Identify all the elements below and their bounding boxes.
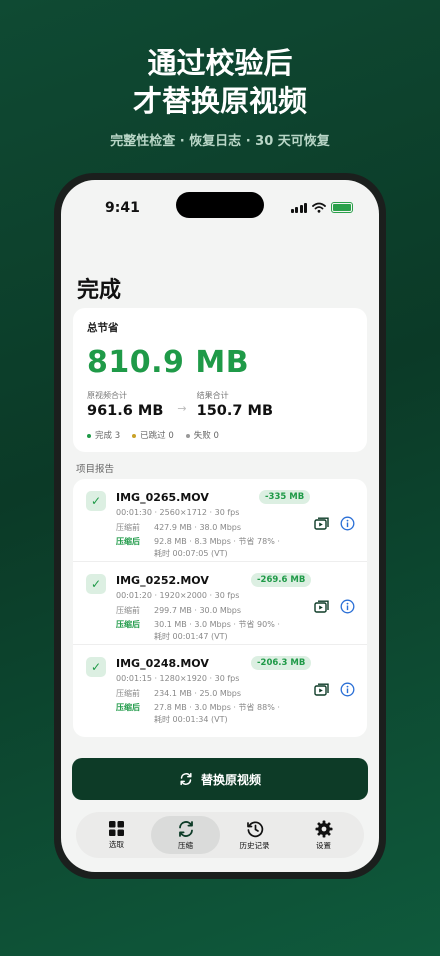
tab-settings[interactable]: 设置: [289, 816, 358, 854]
check-icon: ✓: [86, 491, 106, 511]
page-title: 完成: [77, 278, 122, 303]
item-elapsed: 耗时 00:07:05 (VT): [154, 549, 228, 558]
sync-icon: [178, 820, 193, 837]
wifi-icon: [312, 202, 326, 213]
item-filename: IMG_0265.MOV: [116, 491, 209, 504]
headline: 通过校验后 才替换原视频: [0, 44, 440, 120]
item-report-list: ✓ IMG_0265.MOV -335 MB 00:01:30 · 2560×1…: [73, 479, 367, 737]
result-total-value: 150.7 MB: [196, 403, 274, 419]
item-elapsed: 耗时 00:01:34 (VT): [154, 715, 228, 724]
check-icon: ✓: [86, 574, 106, 594]
tab-history[interactable]: 历史记录: [220, 816, 289, 854]
replace-button-label: 替换原视频: [200, 772, 261, 787]
item-specs: 00:01:15 · 1280×1920 · 30 fps: [116, 674, 240, 683]
check-icon: ✓: [86, 657, 106, 677]
status-legend: 完成 3 已跳过 0 失败 0: [87, 429, 353, 441]
tab-compress[interactable]: 压缩: [151, 816, 220, 854]
status-time: 9:41: [105, 200, 140, 216]
app-screen: 9:41 完成 总节省 810.9 MB 原视频合计 961.6 MB → 结果…: [61, 180, 379, 872]
item-before: 压缩前 234.1 MB · 25.0 Mbps: [116, 689, 242, 698]
total-saved-label: 总节省: [87, 322, 119, 334]
saved-badge: -206.3 MB: [251, 656, 312, 670]
legend-failed: 失败 0: [185, 429, 219, 441]
item-before: 压缩前 299.7 MB · 30.0 Mbps: [116, 606, 242, 615]
headline-line-1: 通过校验后: [147, 46, 293, 80]
info-icon[interactable]: [340, 682, 355, 697]
item-specs: 00:01:20 · 1920×2000 · 30 fps: [116, 591, 240, 600]
saved-badge: -335 MB: [259, 490, 311, 504]
tab-history-label: 历史记录: [239, 840, 270, 850]
refresh-icon: [180, 772, 192, 786]
subline: 完整性检查 · 恢复日志 · 30 天可恢复: [110, 134, 330, 149]
item-filename: IMG_0248.MOV: [116, 657, 209, 670]
replace-originals-button[interactable]: 替换原视频: [72, 758, 368, 800]
item-elapsed: 耗时 00:01:47 (VT): [154, 632, 228, 641]
preview-play-icon[interactable]: [314, 517, 330, 531]
item-after: 压缩后 92.8 MB · 8.3 Mbps · 节省 78% ·: [116, 537, 280, 546]
legend-done: 完成 3: [87, 429, 120, 441]
dynamic-island: [176, 192, 264, 218]
tab-select-label: 选取: [109, 840, 124, 849]
item-specs: 00:01:30 · 2560×1712 · 30 fps: [116, 508, 240, 517]
original-total: 原视频合计 961.6 MB: [87, 390, 163, 419]
tab-select[interactable]: 选取: [82, 816, 151, 854]
result-total-caption: 结果合计: [196, 391, 229, 400]
signal-icon: [290, 202, 307, 213]
status-bar: 9:41: [61, 180, 379, 224]
battery-icon: [331, 202, 353, 213]
list-item[interactable]: ✓ IMG_0265.MOV -335 MB 00:01:30 · 2560×1…: [73, 479, 367, 562]
item-filename: IMG_0252.MOV: [116, 574, 209, 587]
headline-line-2: 才替换原视频: [132, 84, 307, 118]
tab-settings-label: 设置: [316, 840, 331, 850]
original-total-value: 961.6 MB: [87, 403, 164, 419]
result-total: 结果合计 150.7 MB: [197, 390, 273, 419]
gear-icon: [315, 820, 332, 837]
legend-skipped: 已跳过 0: [132, 429, 174, 441]
original-total-caption: 原视频合计: [87, 391, 127, 400]
grid-icon: [109, 821, 124, 836]
history-icon: [246, 821, 263, 837]
tab-bar: 选取 压缩 历史记录 设置: [76, 812, 364, 858]
summary-card: 总节省 810.9 MB 原视频合计 961.6 MB → 结果合计 150.7…: [73, 308, 367, 452]
info-icon[interactable]: [340, 516, 355, 531]
status-icons: [290, 202, 353, 213]
info-icon[interactable]: [340, 599, 355, 614]
tab-compress-label: 压缩: [178, 840, 193, 850]
total-saved-value: 810.9 MB: [87, 345, 250, 380]
list-item[interactable]: ✓ IMG_0248.MOV -206.3 MB 00:01:15 · 1280…: [73, 645, 367, 728]
preview-play-icon[interactable]: [314, 683, 330, 697]
arrow-right-icon: →: [177, 402, 187, 415]
saved-badge: -269.6 MB: [251, 573, 312, 587]
size-comparison: 原视频合计 961.6 MB → 结果合计 150.7 MB: [87, 390, 353, 419]
item-after: 压缩后 30.1 MB · 3.0 Mbps · 节省 90% ·: [116, 620, 280, 629]
section-label: 项目报告: [76, 464, 115, 475]
list-item[interactable]: ✓ IMG_0252.MOV -269.6 MB 00:01:20 · 1920…: [73, 562, 367, 645]
phone-frame: 9:41 完成 总节省 810.9 MB 原视频合计 961.6 MB → 结果…: [54, 173, 386, 879]
item-after: 压缩后 27.8 MB · 3.0 Mbps · 节省 88% ·: [116, 703, 280, 712]
item-before: 压缩前 427.9 MB · 38.0 Mbps: [116, 523, 242, 532]
preview-play-icon[interactable]: [314, 600, 330, 614]
